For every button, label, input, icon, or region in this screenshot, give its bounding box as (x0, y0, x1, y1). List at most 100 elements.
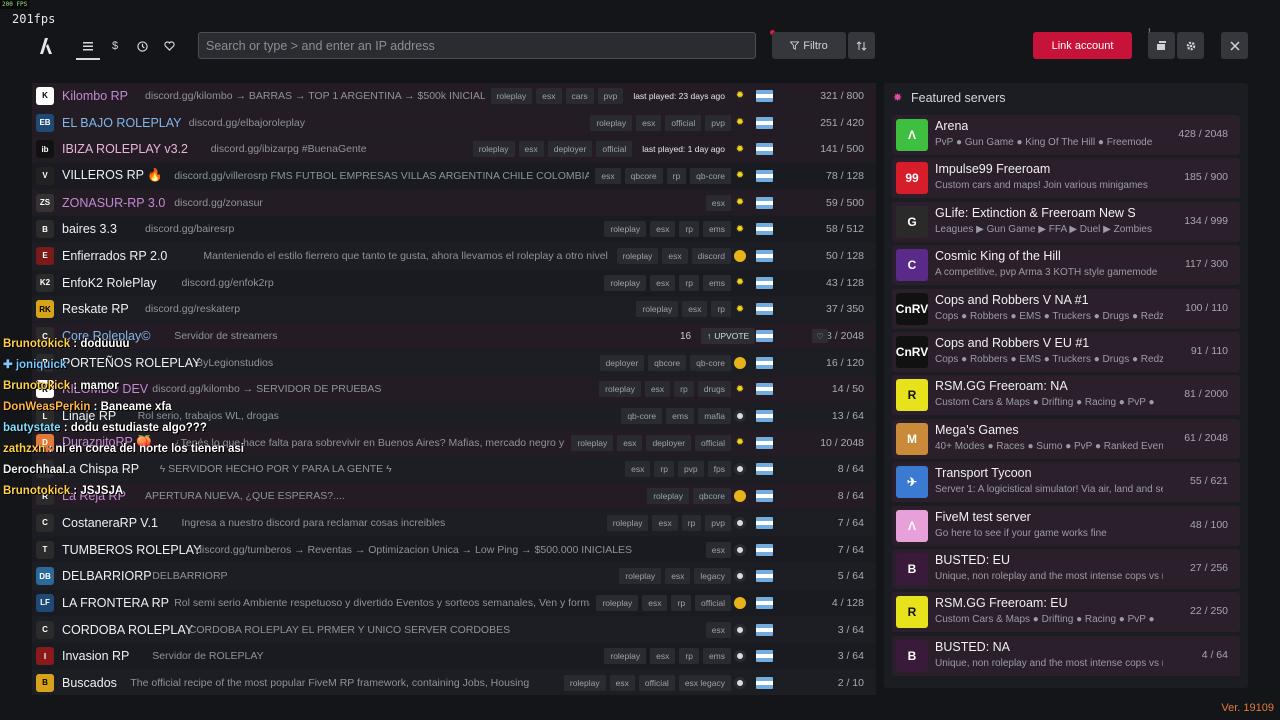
server-tag[interactable]: esx (705, 621, 731, 638)
featured-server-card[interactable]: B BUSTED: NA Unique, non roleplay and the … (892, 635, 1240, 676)
server-tag[interactable]: official (638, 674, 675, 691)
server-tag[interactable]: roleplay (596, 594, 639, 611)
server-row[interactable]: K Kilombo RP discord.gg/kilombo → BARRAS →… (32, 83, 876, 110)
server-tag[interactable]: legacy (694, 568, 731, 585)
server-tag[interactable]: rp (681, 514, 702, 531)
server-tag[interactable]: rp (679, 648, 699, 665)
featured-server-card[interactable]: CnRV Cops and Robbers V EU #1 Cops ● Robbe… (892, 332, 1240, 372)
server-tag[interactable]: ems (702, 221, 731, 238)
featured-server-card[interactable]: G GLife: Extinction & Freeroam New Sea Lea… (892, 201, 1240, 242)
featured-server-card[interactable]: Λ Arena PvP ● Gun Game ● King Of The Hill … (892, 115, 1240, 155)
server-tag[interactable]: esx legacy (678, 674, 731, 691)
server-tag[interactable]: esx (642, 594, 668, 611)
featured-server-card[interactable]: C Cosmic King of the Hill A competitive, p… (892, 245, 1240, 286)
server-tag[interactable]: drugs (697, 381, 731, 398)
server-tag[interactable]: esx (665, 568, 691, 585)
featured-server-card[interactable]: R RSM.GG Freeroam: EU Custom Cars & Maps ●… (892, 592, 1240, 633)
server-tag[interactable]: roleplay (590, 114, 633, 131)
server-search-input[interactable] (198, 32, 756, 59)
server-row[interactable]: LF LA FRONTERA RP Rol semi serio Ambiente … (32, 590, 876, 617)
server-row[interactable]: DB DELBARRIORP DELBARRIORP roleplay esx legac… (32, 563, 876, 591)
featured-server-card[interactable]: B BUSTED: EU Unique, non roleplay and the … (892, 549, 1240, 589)
server-tag[interactable]: rp (654, 461, 674, 478)
server-tag[interactable]: official (695, 594, 731, 611)
featured-server-card[interactable]: ✈ Transport Tycoon Server 1: A logicistica… (892, 462, 1240, 503)
server-row[interactable]: RK Reskate RP discord.gg/reskaterp roleplay… (32, 296, 876, 324)
server-tag[interactable]: qb-core (621, 408, 663, 425)
server-tag[interactable]: esx (705, 194, 731, 211)
server-tag[interactable]: esx (536, 87, 562, 104)
server-tag[interactable]: roleplay (604, 648, 647, 665)
server-tag[interactable]: roleplay (571, 434, 614, 451)
history-clock-icon[interactable] (134, 38, 150, 54)
upvote-button[interactable]: ↑ UPVOTE (701, 328, 756, 345)
server-tag[interactable]: qbcore (624, 167, 663, 184)
featured-server-card[interactable]: R RSM.GG Freeroam: NA Custom Cars & Maps ●… (892, 375, 1240, 416)
server-tag[interactable]: pvp (677, 461, 704, 478)
close-button[interactable] (1221, 32, 1248, 59)
server-tag[interactable]: roleplay (604, 221, 647, 238)
server-tag[interactable]: esx (609, 674, 635, 691)
server-tag[interactable]: ems (702, 648, 731, 665)
server-row[interactable]: I Invasion RP Servidor de ROLEPLAY roleplay… (32, 643, 876, 671)
server-tag[interactable]: esx (652, 514, 678, 531)
server-tag[interactable]: esx (650, 648, 676, 665)
server-tag[interactable]: pvp (705, 114, 731, 131)
server-row[interactable]: Bbaires 3.3 discord.gg/bairesrp roleplay es… (32, 216, 876, 244)
server-tag[interactable]: deployer (599, 354, 645, 371)
server-tag[interactable]: rp (679, 274, 699, 291)
server-tag[interactable]: esx (617, 434, 643, 451)
server-row[interactable]: EB EL BAJO ROLEPLAY discord.gg/elbajorolep… (32, 109, 876, 137)
settings-button[interactable] (1177, 32, 1204, 59)
server-tag[interactable]: esx (595, 167, 621, 184)
server-tag[interactable]: roleplay (563, 674, 606, 691)
server-row[interactable]: T TUMBEROS ROLEPLAY discord.gg/tumberos → … (32, 536, 876, 564)
server-tag[interactable]: rp (674, 381, 694, 398)
server-tag[interactable]: mafia (698, 408, 731, 425)
featured-server-card[interactable]: Λ FiveM test server Go here to see if your… (892, 505, 1240, 546)
server-tag[interactable]: official (596, 141, 633, 158)
server-tag[interactable]: roleplay (636, 301, 679, 318)
server-tag[interactable]: esx (662, 247, 688, 264)
server-tag[interactable]: fps (707, 461, 731, 478)
server-tag[interactable]: roleplay (606, 514, 649, 531)
server-tag[interactable]: discord (691, 247, 731, 264)
filter-button[interactable]: Filtro (772, 32, 846, 59)
server-row[interactable]: C CostaneraRP V.1 Ingresa a nuestro discor… (32, 510, 876, 537)
server-row[interactable]: K2 EnfoK2 RolePlay discord.gg/enfok2rp role… (32, 269, 876, 297)
server-row[interactable]: B Buscados The official recipe of the most… (32, 670, 876, 695)
server-tag[interactable]: esx (644, 381, 671, 398)
notifications-button[interactable] (1148, 32, 1175, 59)
server-tag[interactable]: esx (682, 301, 708, 318)
list-icon[interactable] (80, 38, 96, 54)
favorites-heart-icon[interactable] (161, 38, 177, 54)
server-tag[interactable]: esx (518, 141, 544, 158)
server-tag[interactable]: esx (705, 541, 731, 558)
server-tag[interactable]: esx (625, 461, 651, 478)
sort-button[interactable] (848, 32, 875, 59)
server-tag[interactable]: official (695, 434, 731, 451)
featured-server-card[interactable]: M Mega's Games 40+ Modes ● Races ● Sumo ● … (892, 418, 1240, 459)
fivem-logo-icon[interactable] (36, 36, 56, 56)
server-tag[interactable]: cars (565, 87, 594, 104)
server-tag[interactable]: esx (650, 221, 676, 238)
server-row[interactable]: ZS ZONASUR-RP 3.0 discord.gg/zonasur esx ✹ 59… (32, 189, 876, 217)
server-tag[interactable]: pvp (597, 87, 624, 104)
server-tag[interactable]: deployer (547, 141, 593, 158)
server-row[interactable]: E Enfierrados RP 2.0 Manteniendo el estilo… (32, 243, 876, 270)
server-row[interactable]: ib IBIZA ROLEPLAY v3.2 discord.gg/ibizarpg… (32, 136, 876, 164)
server-row[interactable]: V VILLEROS RP 🔥 discord.gg/villerosrp FMS … (32, 163, 876, 190)
server-tag[interactable]: qb-core (690, 354, 731, 371)
premium-dollar-icon[interactable]: $ (107, 38, 123, 54)
server-tag[interactable]: esx (636, 114, 662, 131)
server-tag[interactable]: rp (711, 301, 731, 318)
server-row[interactable]: C CORDOBA ROLEPLAY CORDOBA ROLEPLAY EL PRM… (32, 616, 876, 644)
server-tag[interactable]: pvp (705, 514, 731, 531)
server-tag[interactable]: official (665, 114, 702, 131)
server-tag[interactable]: qbcore (648, 354, 687, 371)
server-tag[interactable]: roleplay (472, 141, 515, 158)
server-tag[interactable]: roleplay (616, 247, 659, 264)
link-account-button[interactable]: Link account (1033, 32, 1132, 59)
favorite-heart-icon[interactable]: ♡ (812, 329, 828, 344)
server-tag[interactable]: roleplay (604, 274, 647, 291)
